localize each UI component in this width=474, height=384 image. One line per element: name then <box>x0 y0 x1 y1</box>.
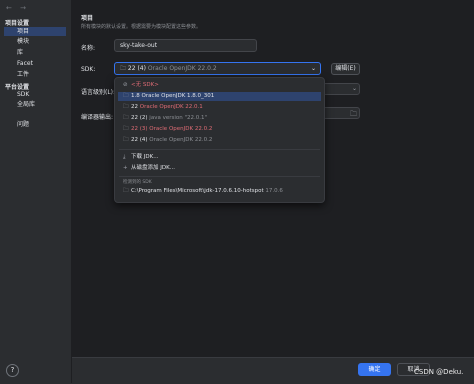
ok-button[interactable]: 确定 <box>358 363 391 376</box>
sdk-selected-sub: Oracle OpenJDK 22.0.2 <box>147 65 217 72</box>
page-title: 项目 <box>81 15 94 22</box>
folder-icon: 🗀 <box>123 115 129 121</box>
settings-sidebar: ← → 项目设置 项目 模块 库 Facet 工件 平台设置 SDK 全局库 问… <box>0 0 72 383</box>
folder-icon: 🗀 <box>123 104 129 110</box>
download-jdk-action[interactable]: ⤓ 下载 JDK... <box>118 153 321 162</box>
nav-arrows[interactable]: ← → <box>6 4 29 12</box>
sidebar-item-facet[interactable]: Facet <box>4 59 66 68</box>
detected-sdk-option[interactable]: 🗀 C:\Program Files\Microsoft\jdk-17.0.6.1… <box>118 187 321 196</box>
sidebar-section-project-settings: 项目设置 <box>5 20 30 27</box>
sdk-option-22-3[interactable]: 🗀 22 (3) Oracle OpenJDK 22.0.2 <box>118 125 321 134</box>
chevron-down-icon: ⌄ <box>310 65 316 72</box>
sidebar-item-artifacts[interactable]: 工件 <box>4 70 66 79</box>
sidebar-item-problems[interactable]: 问题 <box>4 120 66 129</box>
sdk-dropdown-popup: ⊘ <无 SDK> 🗀 1.8 Oracle OpenJDK 1.8.0_301 🗀… <box>114 77 325 203</box>
page-description: 所有模块的默认设置。根据需要为模块配置这些参数。 <box>81 24 202 30</box>
browse-folder-icon[interactable]: 🗀 <box>350 110 357 121</box>
sdk-option-22-4[interactable]: 🗀 22 (4) Oracle OpenJDK 22.0.2 <box>118 136 321 145</box>
sdk-label: SDK: <box>81 66 96 73</box>
help-button[interactable]: ? <box>6 364 19 377</box>
sdk-combobox[interactable]: 🗀 22 (4) Oracle OpenJDK 22.0.2 ⌄ <box>114 62 321 75</box>
chevron-down-icon: ⌄ <box>352 85 358 92</box>
language-level-label: 语言级别(L): <box>81 89 116 96</box>
none-sdk-icon: ⊘ <box>123 82 128 88</box>
sidebar-item-project[interactable]: 项目 <box>4 27 66 36</box>
folder-icon: 🗀 <box>120 65 128 72</box>
add-icon: + <box>123 165 128 171</box>
folder-icon: 🗀 <box>123 126 129 132</box>
name-label: 名称: <box>81 45 96 52</box>
sidebar-item-sdk[interactable]: SDK <box>4 90 66 99</box>
sdk-option-22-2[interactable]: 🗀 22 (2) java version "22.0.1" <box>118 114 321 123</box>
sidebar-item-libraries[interactable]: 库 <box>4 48 66 57</box>
download-icon: ⤓ <box>123 154 126 160</box>
sdk-option-1.8[interactable]: 🗀 1.8 Oracle OpenJDK 1.8.0_301 <box>118 92 321 101</box>
folder-icon: 🗀 <box>123 137 129 143</box>
sidebar-item-global-libraries[interactable]: 全局库 <box>4 100 66 109</box>
edit-sdk-button[interactable]: 编辑(E) <box>331 63 360 75</box>
sidebar-item-modules[interactable]: 模块 <box>4 37 66 46</box>
sdk-option-none[interactable]: ⊘ <无 SDK> <box>118 81 321 90</box>
project-name-field[interactable]: sky-take-out <box>114 39 257 52</box>
compiler-output-label: 编译器输出: <box>81 114 114 121</box>
folder-icon: 🗀 <box>123 188 129 194</box>
add-jdk-from-disk-action[interactable]: + 从磁盘添加 JDK... <box>118 164 321 173</box>
popup-separator <box>119 149 320 150</box>
watermark: CSDN @Deku. <box>414 368 464 376</box>
folder-icon: 🗀 <box>123 93 129 99</box>
detected-sdk-header: 检测到的 SDK <box>123 180 152 185</box>
sdk-option-22[interactable]: 🗀 22 Oracle OpenJDK 22.0.1 <box>118 103 321 112</box>
popup-separator <box>119 176 320 177</box>
sdk-selected-main: 22 (4) <box>127 65 146 72</box>
